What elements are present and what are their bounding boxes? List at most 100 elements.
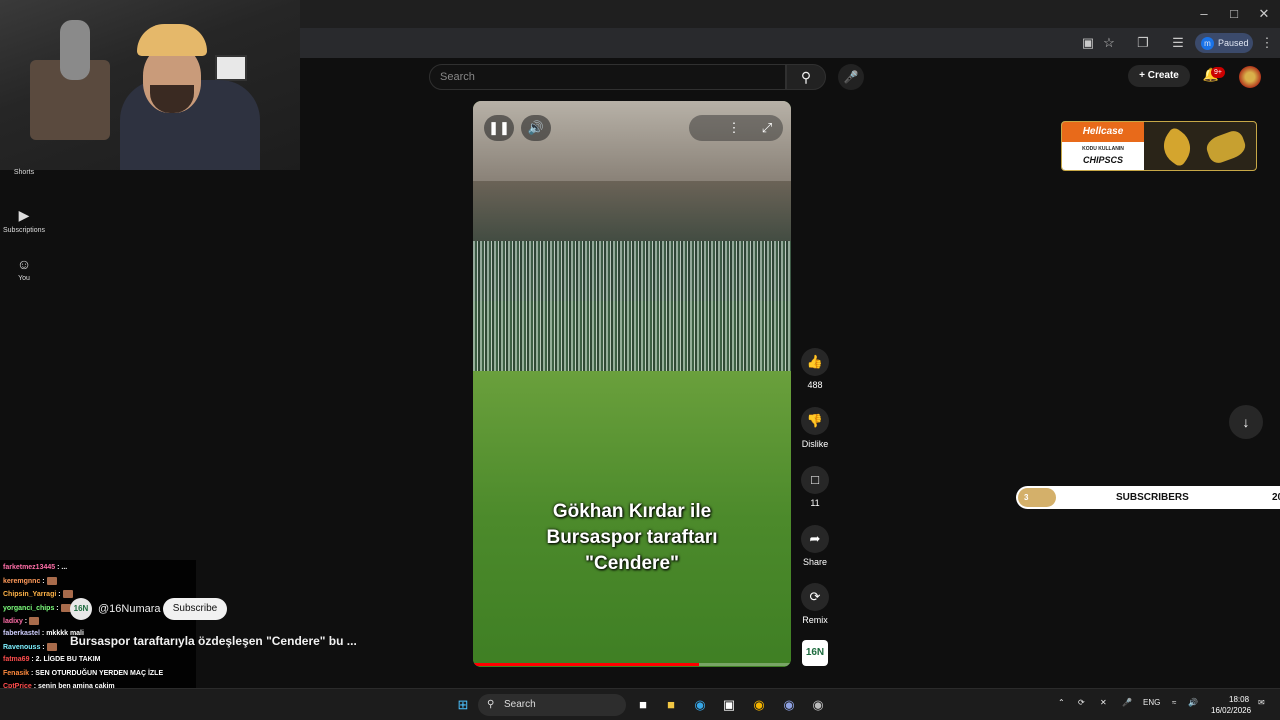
- tray-chevron-icon[interactable]: ⌃: [1058, 698, 1065, 707]
- store-icon[interactable]: ▣: [719, 695, 739, 715]
- volume-button[interactable]: 🔊: [521, 115, 551, 141]
- more-options-icon[interactable]: ⋮: [719, 115, 749, 141]
- create-label: Create: [1147, 70, 1179, 81]
- wifi-icon[interactable]: ≈: [1172, 698, 1176, 707]
- remix-label: Remix: [802, 615, 828, 625]
- chat-username: Fenasik: [3, 669, 32, 677]
- channel-avatar[interactable]: 16N: [70, 598, 92, 620]
- comment-icon: □: [801, 466, 829, 494]
- channel-thumbnail[interactable]: 16N: [802, 640, 828, 666]
- clock-date[interactable]: 16/02/2026: [1211, 706, 1251, 715]
- pause-button[interactable]: ❚❚: [484, 115, 514, 141]
- remix-icon: ⟳: [801, 583, 829, 611]
- bookmark-star-icon[interactable]: ☆: [1099, 34, 1119, 52]
- app-icon[interactable]: ◉: [808, 695, 828, 715]
- chat-message: yorganci_chips :: [3, 603, 71, 612]
- arrow-down-icon: ↓: [1242, 414, 1250, 430]
- chat-username: Ravenouss: [3, 644, 43, 652]
- chat-username: keremgnnc: [3, 578, 43, 586]
- extensions-icon[interactable]: ❐: [1133, 34, 1153, 52]
- notification-badge: 9+: [1211, 67, 1225, 78]
- subscriber-goal: 20: [1272, 492, 1280, 503]
- caption-line: Bursaspor taraftarı: [546, 527, 718, 548]
- video-title[interactable]: Bursaspor taraftarıyla özdeşleşen "Cende…: [70, 634, 357, 648]
- sidebar-item-subscriptions[interactable]: ▶ Subscriptions: [0, 207, 48, 234]
- chat-emote: [46, 577, 57, 586]
- minimize-button[interactable]: –: [1189, 4, 1219, 24]
- dislike-label: Dislike: [801, 439, 829, 449]
- chat-text: : 2. LİGDE BU TAKIM: [31, 656, 101, 664]
- next-video-button[interactable]: ↓: [1229, 405, 1263, 439]
- video-progress-fill: [473, 663, 699, 666]
- search-input[interactable]: Search: [429, 64, 786, 90]
- clock-time[interactable]: 18:08: [1229, 695, 1249, 704]
- maximize-button[interactable]: □: [1219, 4, 1249, 24]
- sync-icon[interactable]: ⟳: [1078, 698, 1085, 707]
- comments-button[interactable]: □ 11: [798, 466, 832, 508]
- account-avatar[interactable]: [1239, 66, 1261, 88]
- thumbs-down-icon: 👎: [801, 407, 829, 435]
- sidebar-item-label: You: [18, 275, 30, 282]
- chrome-icon[interactable]: ◉: [749, 695, 769, 715]
- search-icon: ⚲: [800, 69, 812, 85]
- search-icon: ⚲: [487, 699, 495, 710]
- network-off-icon[interactable]: ✕: [1100, 698, 1107, 707]
- subscribe-button[interactable]: Subscribe: [163, 598, 227, 620]
- dislike-button[interactable]: 👎 Dislike: [798, 407, 832, 449]
- fullscreen-icon[interactable]: ⤢: [752, 115, 782, 141]
- channel-handle[interactable]: @16Numara: [98, 603, 161, 615]
- share-icon: ➦: [801, 525, 829, 553]
- voice-search-button[interactable]: 🎤: [838, 64, 864, 90]
- like-button[interactable]: 👍 488: [798, 348, 832, 390]
- sidebar-item-label: Subscriptions: [2, 227, 46, 234]
- discord-icon[interactable]: ◉: [779, 695, 799, 715]
- hellcase-ad-overlay: Hellcase KODU KULLANIN CHIPSCS: [1061, 121, 1257, 171]
- thumbs-up-icon: 👍: [801, 348, 829, 376]
- video-progress-bar[interactable]: [473, 663, 791, 666]
- webcam-overlay: [0, 0, 300, 170]
- like-count: 488: [807, 380, 823, 390]
- chat-message: Ravenouss :: [3, 643, 57, 652]
- subscriber-goal-bar: 3 SUBSCRIBERS 20: [1016, 486, 1280, 509]
- chat-message: fatma69 : 2. LİGDE BU TAKIM: [3, 656, 101, 663]
- chat-username: farketmez13445: [3, 564, 58, 571]
- chat-username: ladixy: [3, 617, 25, 625]
- windows-start-icon[interactable]: ⊞: [453, 695, 473, 715]
- ad-brand: Hellcase: [1062, 122, 1144, 142]
- volume-icon: 🔊: [527, 120, 545, 135]
- chat-text: :: [58, 591, 63, 599]
- taskbar-search[interactable]: ⚲ Search: [478, 694, 626, 716]
- mic-tray-icon[interactable]: 🎤: [1122, 698, 1132, 707]
- install-app-icon[interactable]: ▣: [1078, 34, 1098, 52]
- create-button[interactable]: + Create: [1128, 65, 1190, 87]
- shorts-video-player[interactable]: ❚❚ 🔊 ⋮ ⤢ Gökhan Kırdar ile Bursaspor tar…: [473, 101, 791, 667]
- chat-message: farketmez13445 : ...: [3, 564, 67, 571]
- profile-paused-chip[interactable]: m Paused: [1195, 33, 1253, 53]
- edge-icon[interactable]: ◉: [690, 695, 710, 715]
- ad-promo-line: KODU KULLANIN: [1082, 146, 1124, 152]
- notification-center-icon[interactable]: ✉: [1258, 698, 1265, 707]
- close-window-button[interactable]: ✕: [1249, 4, 1279, 24]
- file-explorer-icon[interactable]: ■: [661, 695, 681, 715]
- remix-button[interactable]: ⟳ Remix: [798, 583, 832, 625]
- volume-tray-icon[interactable]: 🔊: [1188, 698, 1198, 707]
- search-button[interactable]: ⚲: [786, 64, 826, 90]
- chat-message: Chipsin_Yarragi :: [3, 590, 73, 599]
- sidebar-item-shorts[interactable]: Shorts: [0, 166, 48, 176]
- chat-emote: [62, 590, 73, 599]
- media-controls-icon[interactable]: ☰: [1168, 34, 1188, 52]
- share-button[interactable]: ➦ Share: [798, 525, 832, 567]
- chat-text: :: [56, 604, 61, 612]
- video-caption: Gökhan Kırdar ile Bursaspor taraftarı "C…: [493, 499, 771, 577]
- ad-text-panel: Hellcase KODU KULLANIN CHIPSCS: [1062, 122, 1144, 170]
- caption-line: Gökhan Kırdar ile: [552, 501, 712, 522]
- chat-username: fatma69: [3, 656, 32, 664]
- browser-menu-icon[interactable]: ⋮: [1257, 34, 1277, 52]
- stadium-roof: [473, 101, 791, 181]
- taskbar-search-label: Search: [504, 699, 536, 710]
- sidebar-item-you[interactable]: ☺ You: [0, 256, 48, 282]
- task-view-icon[interactable]: ■: [633, 695, 653, 715]
- ad-promo-code: CHIPSCS: [1082, 155, 1123, 165]
- subscriber-progress: 3: [1018, 488, 1056, 507]
- language-indicator[interactable]: ENG: [1143, 698, 1160, 707]
